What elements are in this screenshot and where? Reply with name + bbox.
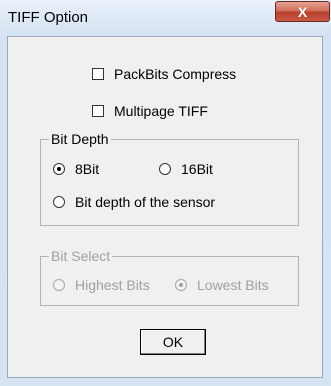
- bit-depth-option-8bit[interactable]: 8Bit: [53, 161, 99, 177]
- packbits-compress-label: PackBits Compress: [114, 66, 237, 82]
- close-button[interactable]: X: [275, 1, 330, 22]
- radio-8bit[interactable]: [53, 163, 65, 175]
- bit-depth-option-16bit[interactable]: 16Bit: [159, 161, 213, 177]
- radio-lowest-bits[interactable]: [175, 279, 187, 291]
- tiff-option-dialog: TIFF Option X PackBits Compress Multipag…: [0, 0, 331, 386]
- dialog-title: TIFF Option: [8, 9, 89, 26]
- radio-sensor-bit-depth[interactable]: [53, 196, 65, 208]
- bit-select-option-highest[interactable]: Highest Bits: [53, 277, 150, 293]
- bit-select-legend: Bit Select: [49, 248, 113, 264]
- bit-depth-option-sensor[interactable]: Bit depth of the sensor: [53, 194, 215, 210]
- ok-button-label: OK: [162, 334, 184, 350]
- packbits-compress-option[interactable]: PackBits Compress: [92, 66, 236, 82]
- radio-16bit[interactable]: [159, 163, 171, 175]
- close-icon: X: [297, 3, 308, 20]
- radio-highest-bits[interactable]: [53, 279, 65, 291]
- label-8bit: 8Bit: [75, 161, 100, 177]
- label-sensor-bit-depth: Bit depth of the sensor: [75, 194, 216, 210]
- label-lowest-bits: Lowest Bits: [197, 277, 269, 293]
- label-highest-bits: Highest Bits: [75, 277, 150, 293]
- multipage-tiff-option[interactable]: Multipage TIFF: [92, 103, 208, 119]
- bit-depth-group: Bit Depth: [40, 131, 299, 226]
- ok-button[interactable]: OK: [140, 329, 206, 355]
- multipage-tiff-checkbox[interactable]: [92, 105, 104, 117]
- packbits-compress-checkbox[interactable]: [92, 68, 104, 80]
- bit-select-option-lowest[interactable]: Lowest Bits: [175, 277, 269, 293]
- label-16bit: 16Bit: [181, 161, 213, 177]
- bit-depth-legend: Bit Depth: [49, 131, 111, 147]
- title-bar[interactable]: TIFF Option X: [0, 0, 331, 36]
- multipage-tiff-label: Multipage TIFF: [114, 103, 208, 119]
